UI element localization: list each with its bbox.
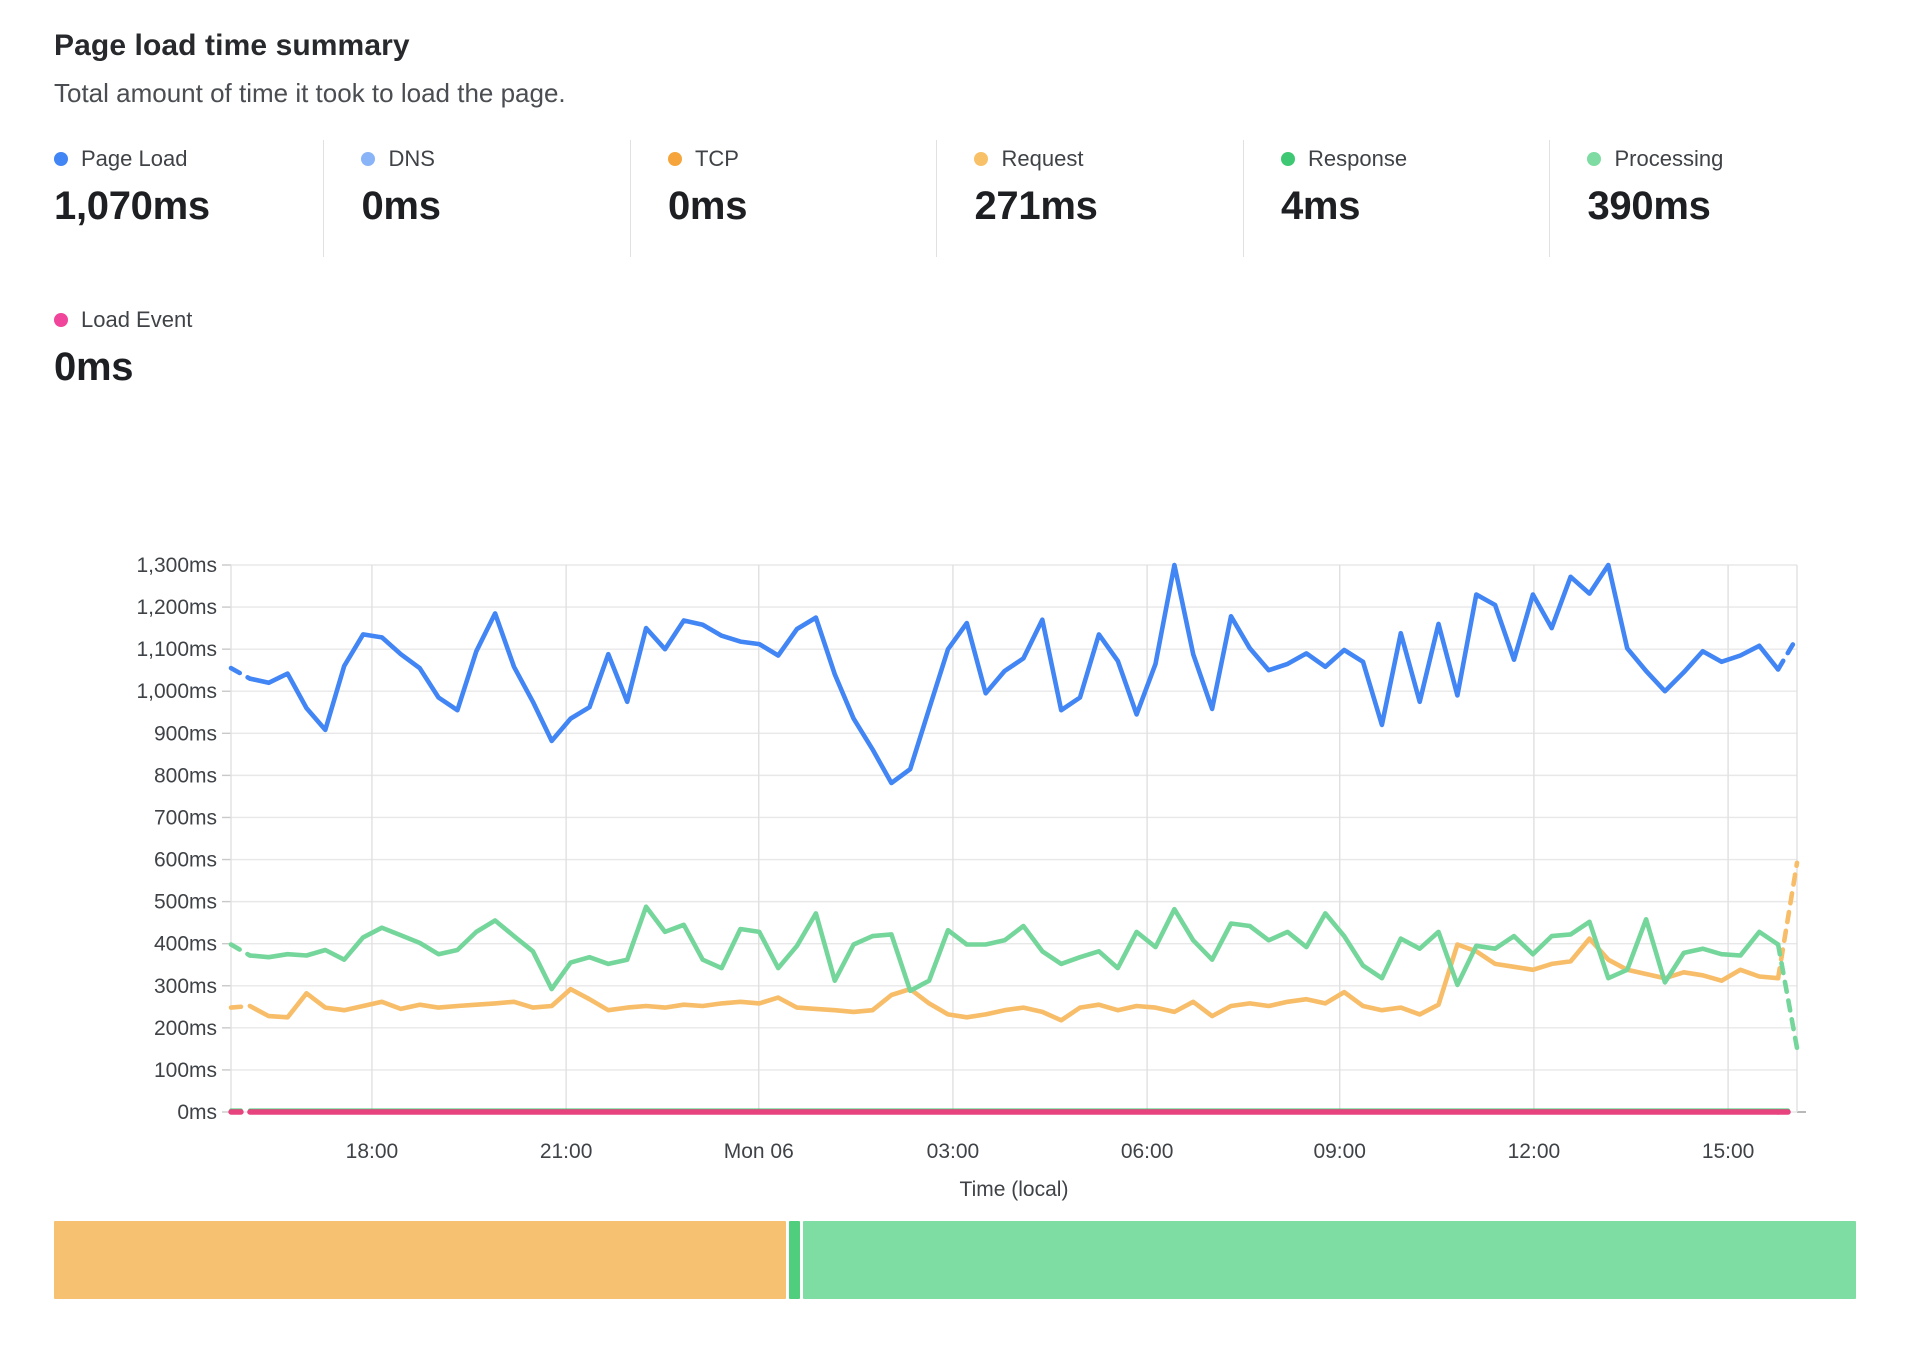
y-axis-label: 200ms [154,1017,217,1040]
bar-segment-processing-phase[interactable] [803,1221,1856,1299]
x-axis-label: Mon 06 [724,1140,794,1163]
y-axis-label: 0ms [177,1101,217,1124]
series-line-processing[interactable] [250,907,1778,991]
y-axis-label: 400ms [154,933,217,956]
y-axis-label: 1,100ms [136,638,217,661]
series-line-request[interactable] [250,939,1778,1021]
series-line-request-dashed-start[interactable] [231,1006,250,1008]
y-axis-label: 600ms [154,849,217,872]
page-load-time-chart[interactable]: 0ms 100ms 200ms 300ms 400ms 500ms 600ms 700ms 80… [0,0,1910,1352]
x-axis-label: 15:00 [1702,1140,1755,1163]
bar-segment-request-phase[interactable] [54,1221,786,1299]
y-axis-label: 500ms [154,891,217,914]
series-line-page-load-dashed-end[interactable] [1778,637,1797,669]
series-line-page-load[interactable] [250,565,1778,783]
x-axis-label: 21:00 [540,1140,593,1163]
x-axis-label: 18:00 [346,1140,399,1163]
y-axis-label: 1,200ms [136,596,217,619]
y-axis-label: 300ms [154,975,217,998]
y-axis-label: 900ms [154,722,217,745]
x-axis-label: 12:00 [1508,1140,1561,1163]
series-line-page-load-dashed-start[interactable] [231,668,250,679]
status-timeline-bar [54,1221,1856,1299]
bar-segment-transition-sliver[interactable] [789,1221,800,1299]
x-axis-label: 09:00 [1313,1140,1366,1163]
x-axis-label: 03:00 [927,1140,980,1163]
series-line-request-dashed-end[interactable] [1778,863,1797,978]
y-axis-label: 700ms [154,806,217,829]
y-axis-label: 1,300ms [136,554,217,577]
y-axis-label: 100ms [154,1059,217,1082]
y-axis-label: 1,000ms [136,680,217,703]
x-axis-title: Time (local) [960,1178,1069,1201]
series-line-processing-dashed-start[interactable] [231,945,250,956]
y-axis-label: 800ms [154,764,217,787]
x-axis-label: 06:00 [1121,1140,1174,1163]
